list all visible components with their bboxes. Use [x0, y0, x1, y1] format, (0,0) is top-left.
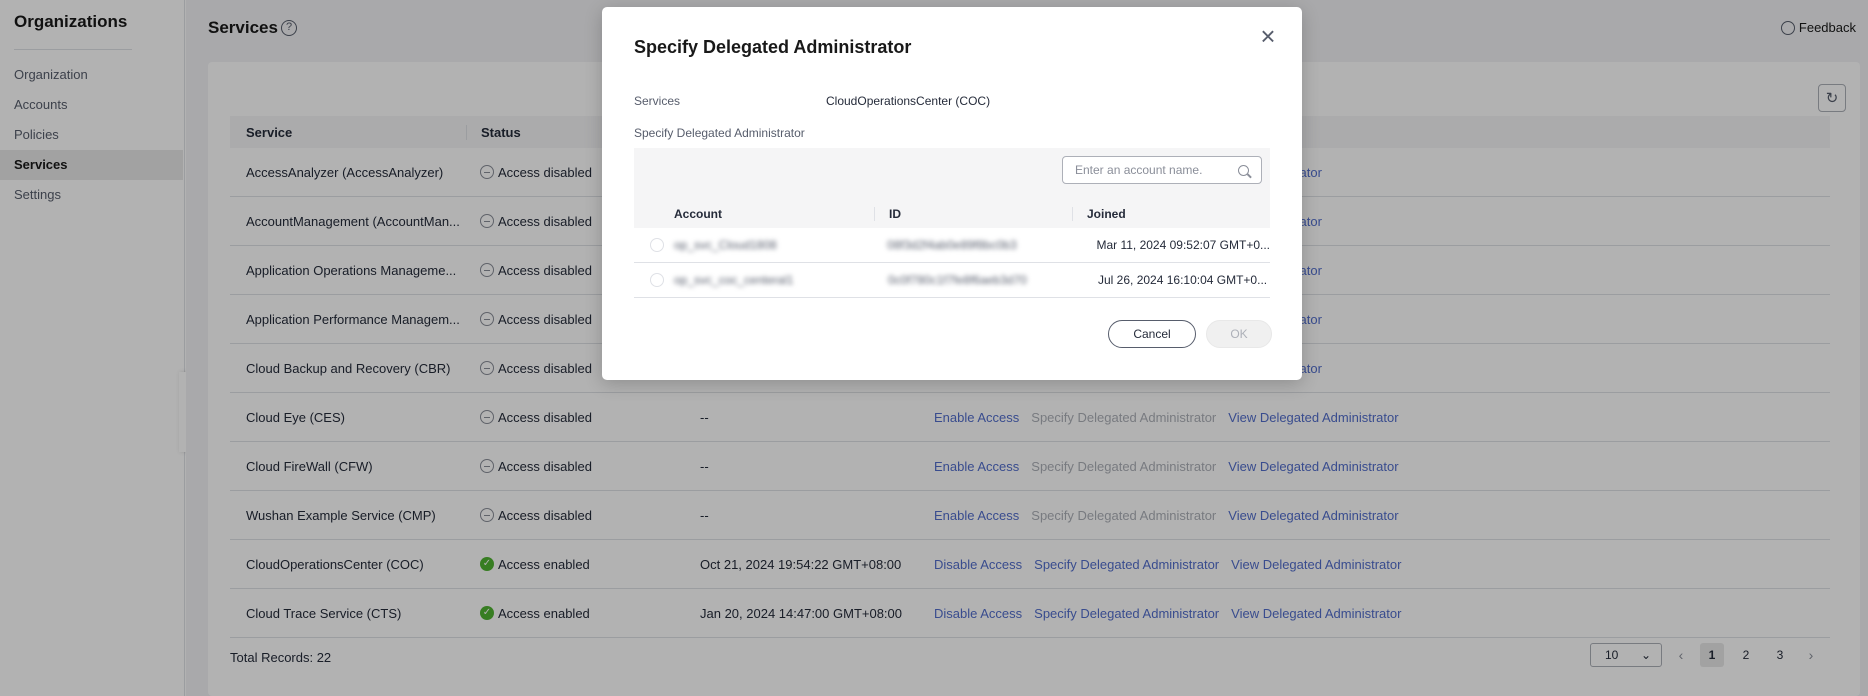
- dialog-title: Specify Delegated Administrator: [634, 37, 912, 57]
- account-radio[interactable]: [650, 238, 664, 252]
- close-icon[interactable]: ×: [1256, 23, 1280, 49]
- account-id: 0c0f780c1f7fe8f6aeb3d70: [888, 273, 1027, 287]
- account-search-input[interactable]: Enter an account name.: [1062, 156, 1262, 184]
- account-joined: Jul 26, 2024 16:10:04 GMT+0...: [1098, 273, 1268, 287]
- account-joined: Mar 11, 2024 09:52:07 GMT+0...: [1096, 238, 1270, 252]
- column-header-joined: Joined: [1072, 207, 1126, 221]
- column-header-id: ID: [874, 207, 1072, 221]
- account-row[interactable]: op_svc_coc_centeral1 0c0f780c1f7fe8f6aeb…: [634, 263, 1270, 298]
- account-name: op_svc_coc_centeral1: [674, 273, 794, 287]
- specify-delegated-admin-dialog: Specify Delegated Administrator × Servic…: [602, 7, 1302, 380]
- account-row[interactable]: op_svc_Cloud1808 08f3d2f4ab0e89f8bc0b3 M…: [634, 228, 1270, 263]
- services-value: CloudOperationsCenter (COC): [826, 94, 991, 108]
- search-icon[interactable]: [1238, 164, 1249, 176]
- ok-button[interactable]: OK: [1206, 320, 1272, 348]
- services-field: Services CloudOperationsCenter (COC): [634, 94, 990, 108]
- account-table: Enter an account name. Account ID Joined…: [634, 148, 1270, 298]
- account-table-header: Account ID Joined: [634, 200, 1270, 228]
- column-header-account: Account: [674, 207, 722, 221]
- search-placeholder: Enter an account name.: [1075, 163, 1203, 177]
- account-name: op_svc_Cloud1808: [673, 238, 777, 252]
- cancel-button[interactable]: Cancel: [1108, 320, 1196, 348]
- services-label: Services: [634, 94, 681, 108]
- section-label: Specify Delegated Administrator: [634, 126, 805, 140]
- account-radio[interactable]: [650, 273, 664, 287]
- account-id: 08f3d2f4ab0e89f8bc0b3: [887, 238, 1017, 252]
